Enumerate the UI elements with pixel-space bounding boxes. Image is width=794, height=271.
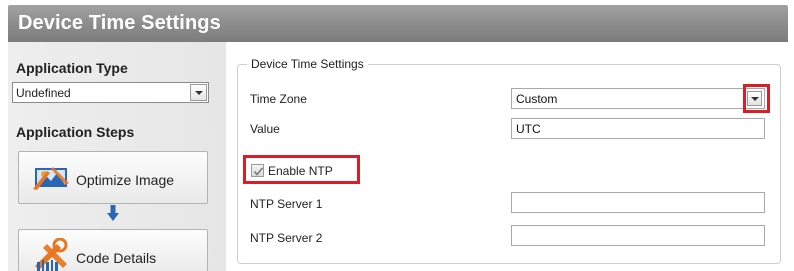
ntp-server-2-label: NTP Server 2: [250, 231, 323, 245]
title-bar: Device Time Settings: [8, 5, 788, 42]
application-type-dropdown-button[interactable]: [190, 84, 207, 101]
ntp-server-1-label: NTP Server 1: [250, 197, 323, 211]
application-type-heading: Application Type: [16, 60, 128, 76]
optimize-image-step-label: Optimize Image: [76, 172, 175, 188]
code-details-icon: [35, 238, 68, 271]
code-details-step-button[interactable]: Code Details: [18, 229, 208, 271]
application-steps-heading: Application Steps: [16, 124, 135, 140]
ntp-server-1-input[interactable]: [511, 192, 765, 213]
optimize-image-icon: [33, 167, 69, 190]
arrow-down-icon: [107, 205, 119, 221]
optimize-image-step-button[interactable]: Optimize Image: [18, 151, 208, 204]
code-details-step-label: Code Details: [76, 250, 157, 266]
highlight-box-time-zone-dropdown: [743, 84, 770, 113]
time-zone-label: Time Zone: [250, 92, 307, 106]
ntp-server-2-input[interactable]: [511, 225, 765, 246]
time-zone-dropdown[interactable]: Custom: [511, 88, 765, 109]
value-input-text: UTC: [516, 122, 541, 136]
value-input[interactable]: UTC: [511, 118, 765, 139]
window-title: Device Time Settings: [18, 12, 221, 34]
application-type-dropdown[interactable]: Undefined: [12, 82, 209, 103]
highlight-box-enable-ntp: [243, 155, 360, 184]
value-label: Value: [250, 122, 280, 136]
time-zone-value: Custom: [516, 92, 558, 106]
chevron-down-icon: [195, 91, 203, 95]
group-legend: Device Time Settings: [247, 57, 368, 71]
application-type-value: Undefined: [16, 86, 71, 100]
